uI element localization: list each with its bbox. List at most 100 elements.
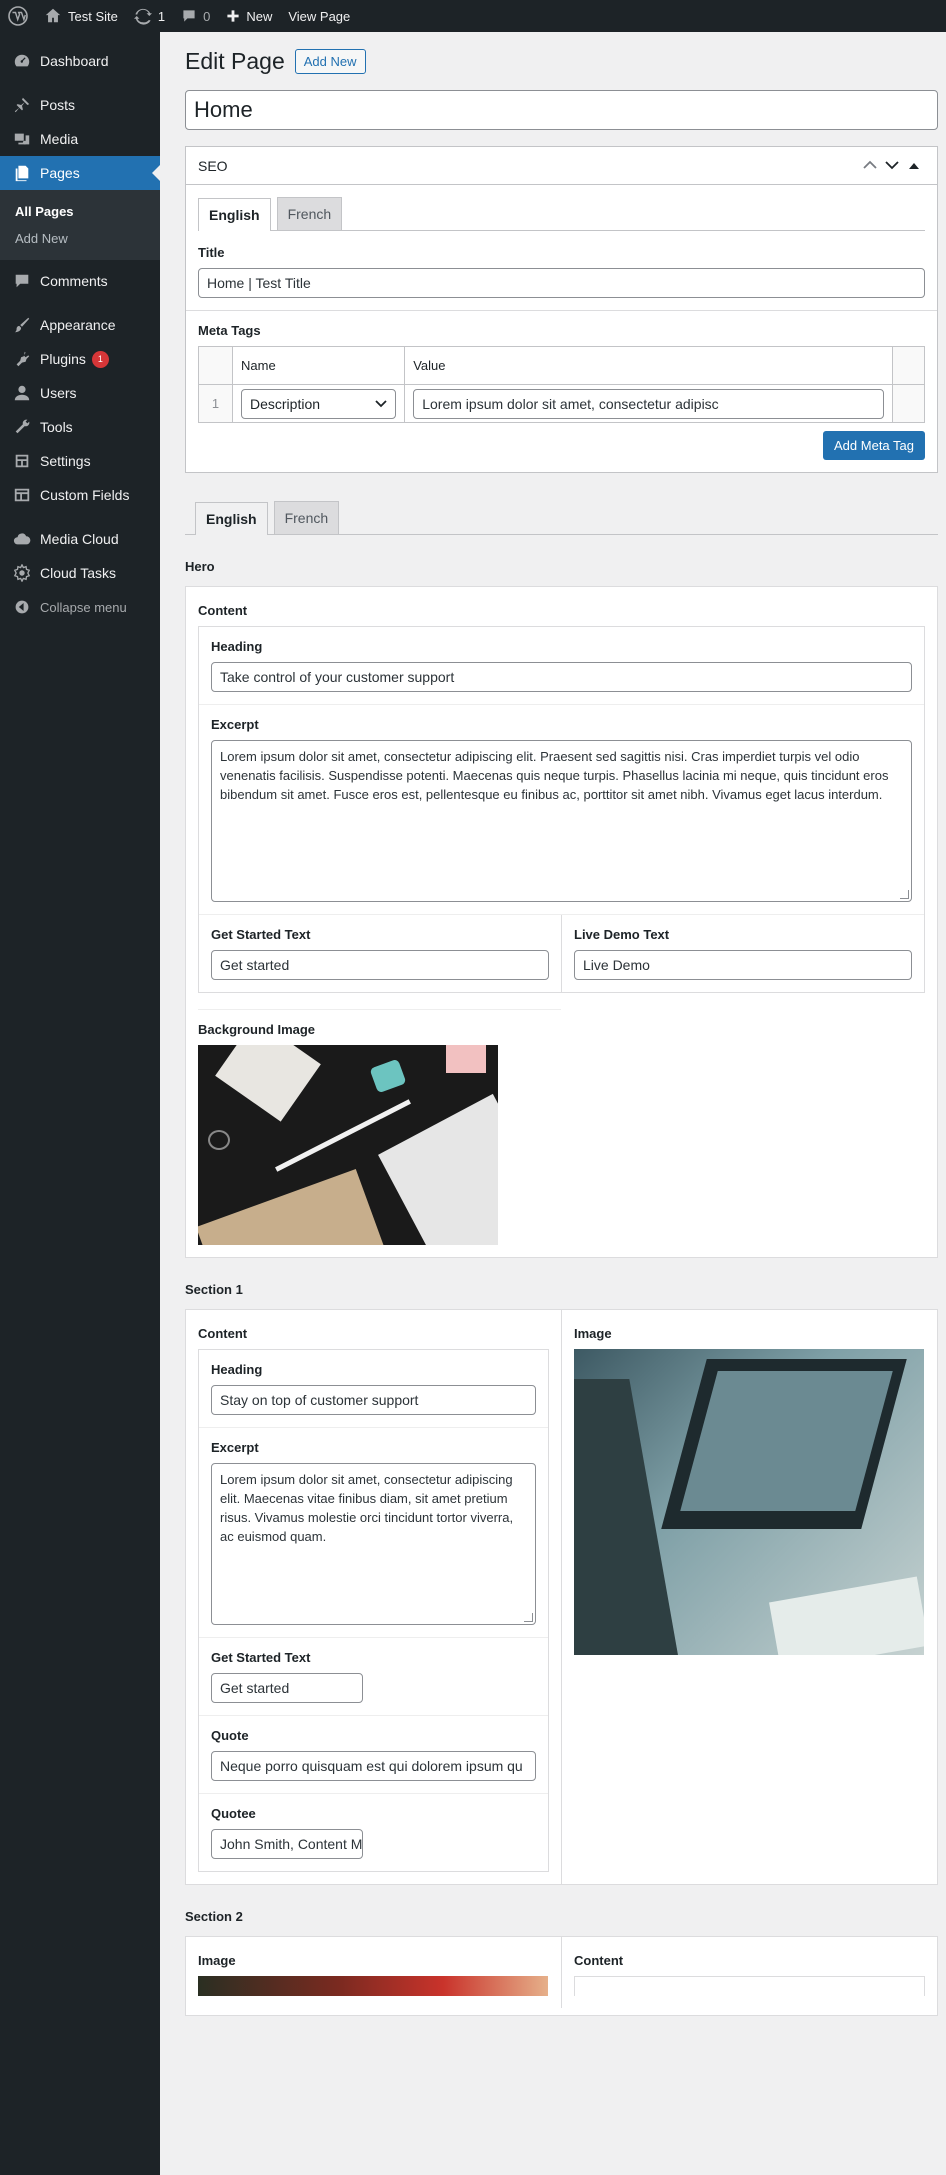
section1-excerpt-text: Lorem ipsum dolor sit amet, consectetur … xyxy=(220,1472,514,1544)
hero-excerpt-text: Lorem ipsum dolor sit amet, consectetur … xyxy=(220,749,889,802)
plugin-icon xyxy=(12,349,32,369)
pin-icon xyxy=(12,95,32,115)
table-icon xyxy=(12,485,32,505)
move-up-icon[interactable] xyxy=(859,159,881,173)
comment-icon xyxy=(12,271,32,291)
section1-heading-input[interactable]: Stay on top of customer support xyxy=(211,1385,536,1415)
sidebar-item-posts[interactable]: Posts xyxy=(0,88,160,122)
meta-tags-table: Name Value 1 Description Lorem ipsum dol… xyxy=(198,346,925,423)
page-title: Edit Page xyxy=(185,47,285,74)
section1-quote-input[interactable]: Neque porro quisquam est qui dolorem ips… xyxy=(211,1751,536,1781)
dashboard-icon xyxy=(12,51,32,71)
meta-tags-label: Meta Tags xyxy=(198,323,261,338)
hero-live-demo-input[interactable]: Live Demo xyxy=(574,950,912,980)
hero-heading-label: Heading xyxy=(211,639,263,654)
meta-name-select[interactable]: Description xyxy=(241,388,397,419)
seo-metabox-title: SEO xyxy=(198,157,228,174)
add-new-button[interactable]: Add New xyxy=(294,48,366,74)
sidebar-item-dashboard[interactable]: Dashboard xyxy=(0,44,160,78)
section1-excerpt-label: Excerpt xyxy=(211,1440,259,1455)
view-page-link[interactable]: View Page xyxy=(280,0,358,32)
toggle-panel-icon[interactable] xyxy=(903,159,925,173)
comments-count: 0 xyxy=(203,8,211,24)
sidebar-item-label: Media xyxy=(40,131,79,147)
tab-french[interactable]: French xyxy=(276,197,343,230)
table-row: 1 Description Lorem ipsum dolor sit amet… xyxy=(198,384,925,423)
sidebar-item-label: Settings xyxy=(40,453,91,469)
table-corner xyxy=(198,346,233,385)
submenu-add-new[interactable]: Add New xyxy=(0,225,160,252)
section1-image-label: Image xyxy=(574,1326,612,1341)
collapse-menu-button[interactable]: Collapse menu xyxy=(0,590,160,624)
updates-link[interactable]: 1 xyxy=(126,0,173,32)
section2-title: Section 2 xyxy=(185,1909,243,1924)
tab-english[interactable]: English xyxy=(195,502,268,535)
site-name-link[interactable]: Test Site xyxy=(36,0,126,32)
sidebar-item-pages[interactable]: Pages xyxy=(0,156,160,190)
hero-content-fields: Heading Take control of your customer su… xyxy=(198,626,925,993)
post-title-input[interactable]: Home xyxy=(185,90,938,130)
seo-title-label: Title xyxy=(198,245,225,260)
collapse-label: Collapse menu xyxy=(40,599,127,615)
move-down-icon[interactable] xyxy=(881,159,903,173)
meta-name-value: Description xyxy=(250,395,321,412)
section1-content-label: Content xyxy=(198,1326,248,1341)
hero-content-label: Content xyxy=(198,603,248,618)
sidebar-item-label: Dashboard xyxy=(40,53,109,69)
cloud-icon xyxy=(12,529,32,549)
column-header-value: Value xyxy=(404,346,893,385)
section1-image[interactable] xyxy=(574,1349,924,1655)
meta-value-input[interactable]: Lorem ipsum dolor sit amet, consectetur … xyxy=(413,388,884,419)
sidebar-item-custom-fields[interactable]: Custom Fields xyxy=(0,478,160,512)
tab-english[interactable]: English xyxy=(198,198,271,231)
updates-count: 1 xyxy=(157,8,166,24)
plugins-update-badge: 1 xyxy=(91,350,109,368)
column-header-name: Name xyxy=(231,346,406,385)
sidebar-item-label: Plugins xyxy=(40,351,86,367)
sidebar-item-label: Tools xyxy=(40,419,73,435)
new-label: New xyxy=(246,8,273,24)
seo-title-input[interactable]: Home | Test Title xyxy=(198,268,925,298)
cloud-tasks-icon xyxy=(12,563,32,583)
sidebar-item-label: Appearance xyxy=(40,317,116,333)
content-language-tabs: English French xyxy=(185,501,938,535)
hero-excerpt-textarea[interactable]: Lorem ipsum dolor sit amet, consectetur … xyxy=(211,740,912,902)
media-icon xyxy=(12,129,32,149)
pages-submenu: All Pages Add New xyxy=(0,190,160,260)
sidebar-item-plugins[interactable]: Plugins 1 xyxy=(0,342,160,376)
sidebar-item-users[interactable]: Users xyxy=(0,376,160,410)
sidebar-item-settings[interactable]: Settings xyxy=(0,444,160,478)
main-content: Edit Page Add New Home SEO English Frenc… xyxy=(160,32,946,2016)
sidebar-item-media-cloud[interactable]: Media Cloud xyxy=(0,522,160,556)
sidebar-item-cloud-tasks[interactable]: Cloud Tasks xyxy=(0,556,160,590)
section2-group: Image Content xyxy=(185,1936,938,2016)
table-corner-right xyxy=(892,346,925,385)
comments-link[interactable]: 0 xyxy=(173,0,218,32)
section1-quotee-input[interactable]: John Smith, Content M xyxy=(211,1829,363,1859)
section2-image-label: Image xyxy=(198,1953,236,1968)
add-meta-tag-button[interactable]: Add Meta Tag xyxy=(823,431,925,460)
tab-french[interactable]: French xyxy=(273,501,340,534)
hero-get-started-input[interactable]: Get started xyxy=(211,950,549,980)
sidebar-item-tools[interactable]: Tools xyxy=(0,410,160,444)
seo-metabox: SEO English French Title Home | Test Tit… xyxy=(185,146,938,473)
sidebar-item-label: Comments xyxy=(40,273,108,289)
updates-icon xyxy=(133,8,152,25)
sidebar-item-comments[interactable]: Comments xyxy=(0,264,160,298)
section1-get-started-input[interactable]: Get started xyxy=(211,1673,363,1703)
section2-image[interactable] xyxy=(198,1976,548,1996)
hero-background-image[interactable] xyxy=(198,1045,498,1245)
wordpress-logo-icon[interactable] xyxy=(0,0,36,32)
section1-excerpt-textarea[interactable]: Lorem ipsum dolor sit amet, consectetur … xyxy=(211,1463,536,1625)
hero-get-started-label: Get Started Text xyxy=(211,927,311,942)
sidebar-item-appearance[interactable]: Appearance xyxy=(0,308,160,342)
new-content-link[interactable]: New xyxy=(218,0,280,32)
hero-heading-input[interactable]: Take control of your customer support xyxy=(211,662,912,692)
site-name: Test Site xyxy=(68,8,118,24)
admin-bar: Test Site 1 0 New View Page xyxy=(0,0,946,32)
row-number: 1 xyxy=(198,384,233,423)
section1-content-fields: Heading Stay on top of customer support … xyxy=(198,1349,549,1872)
row-actions[interactable] xyxy=(892,384,925,423)
submenu-all-pages[interactable]: All Pages xyxy=(0,198,160,225)
sidebar-item-media[interactable]: Media xyxy=(0,122,160,156)
